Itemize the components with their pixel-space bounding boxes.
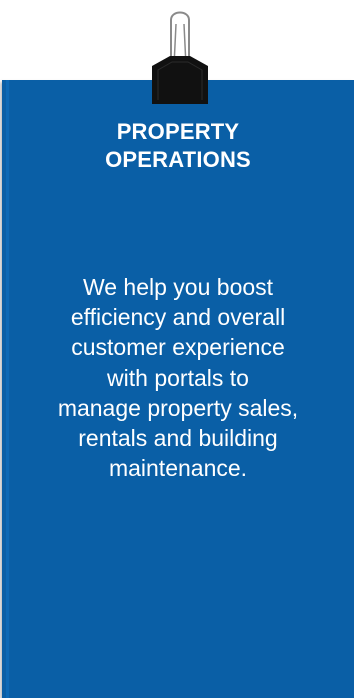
card-title-line: OPERATIONS	[105, 147, 251, 172]
binder-clip-icon	[152, 10, 208, 104]
card-description-line: with portals to	[107, 364, 249, 391]
card-description-line: customer experience	[71, 334, 285, 361]
card-description-line: We help you boost	[82, 274, 274, 300]
card-description-line: manage property sales,	[57, 394, 299, 421]
card-description-line: rentals and building	[78, 425, 278, 452]
card-description: We help you boost efficiency and overall…	[12, 272, 344, 483]
page: PROPERTY OPERATIONS We help you boost ef…	[0, 0, 354, 698]
card-description-line: maintenance.	[108, 455, 248, 482]
card-description-line: efficiency and overall	[70, 304, 286, 331]
card-title: PROPERTY OPERATIONS	[2, 118, 354, 174]
card-title-line: PROPERTY	[116, 119, 240, 144]
